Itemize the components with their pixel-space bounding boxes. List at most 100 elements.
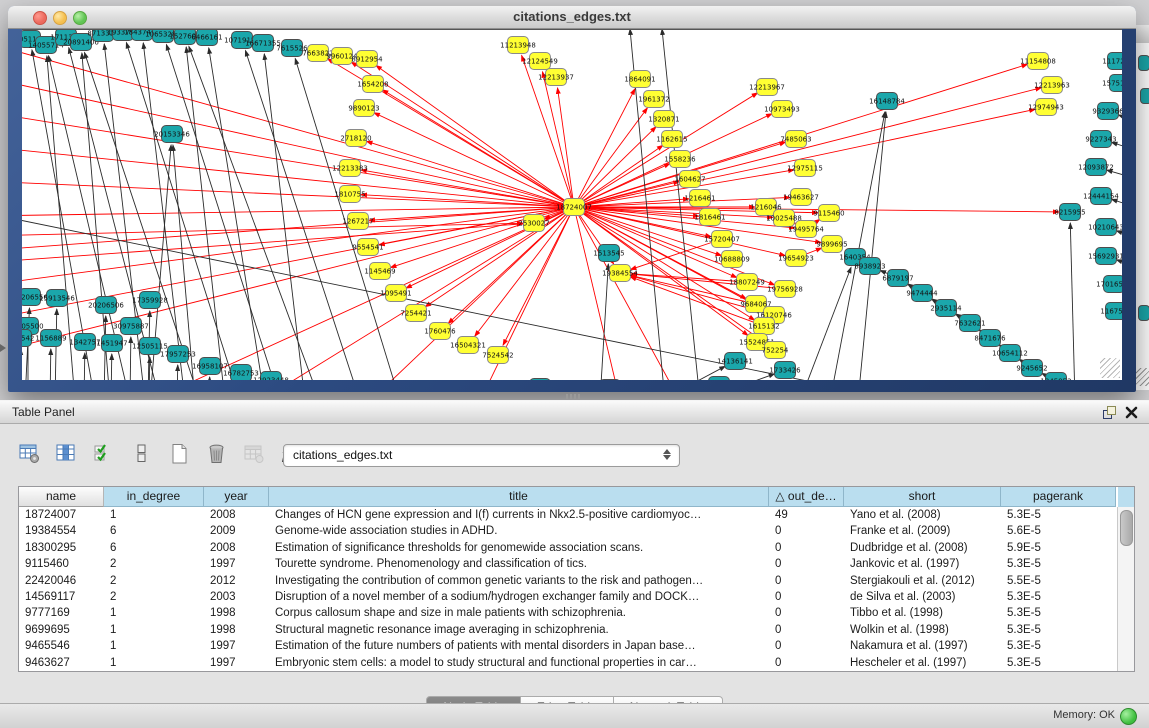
network-node[interactable]: 1451947 [96, 335, 127, 352]
network-node[interactable]: 30975887 [113, 318, 149, 335]
network-node[interactable]: 752454 [527, 379, 554, 381]
network-node[interactable]: 1513545 [593, 245, 624, 262]
network-node[interactable]: 8471676 [974, 330, 1006, 347]
network-node[interactable]: 752254 [762, 342, 789, 359]
network-node[interactable]: 12093872 [1078, 159, 1114, 176]
network-node[interactable]: 9329366 [1092, 103, 1122, 120]
network-node[interactable]: 1810755 [334, 186, 365, 203]
table-row[interactable]: 911546021997Tourette syndrome. Phenomeno… [19, 556, 1118, 572]
network-node[interactable]: 9554541 [352, 239, 383, 256]
network-node[interactable]: 161513 [597, 380, 624, 381]
network-node[interactable]: 1733426 [769, 362, 801, 379]
column-header-in_degree[interactable]: in_degree [104, 487, 204, 507]
network-node[interactable]: 15720407 [704, 231, 740, 248]
column-header-pagerank[interactable]: pagerank [1001, 487, 1116, 507]
network-node[interactable]: 1760476 [424, 323, 456, 340]
network-node[interactable]: 946362 [706, 377, 733, 381]
network-node[interactable]: 1167534 [1100, 303, 1122, 320]
network-node[interactable]: 1558236 [664, 151, 696, 168]
network-node[interactable]: 9227343 [1085, 131, 1116, 148]
network-node[interactable]: 12213383 [332, 160, 368, 177]
table-row[interactable]: 2242004622012Investigating the contribut… [19, 573, 1118, 589]
resize-grip[interactable] [1136, 368, 1149, 386]
column-header-short[interactable]: short [844, 487, 1001, 507]
column-header-out_degree[interactable]: △ out_de… [769, 487, 844, 507]
network-node[interactable]: 16504321 [450, 337, 486, 354]
network-node[interactable]: 11154808 [1020, 53, 1056, 70]
table-row[interactable]: 1872400712008Changes of HCN gene express… [19, 507, 1118, 523]
network-node[interactable]: 7254421 [400, 305, 431, 322]
network-node[interactable]: 10210643 [1088, 219, 1122, 236]
network-node[interactable]: 12444154 [1083, 188, 1119, 205]
network-node[interactable]: 1961372 [638, 91, 669, 108]
network-node[interactable]: 2935114 [930, 300, 962, 317]
network-node[interactable]: 2718120 [340, 130, 371, 147]
network-node[interactable]: 9890123 [348, 100, 379, 117]
network-node[interactable]: 1816461 [694, 209, 725, 226]
network-node[interactable]: 15751074 [1102, 75, 1122, 92]
column-header-name[interactable]: name [19, 487, 104, 507]
network-node[interactable]: 1117254 [1102, 53, 1122, 70]
table-selector-dropdown[interactable]: citations_edges.txt [283, 444, 680, 467]
network-node[interactable]: 19654923 [778, 250, 814, 267]
network-node[interactable]: 1145469 [364, 263, 395, 280]
network-node[interactable]: 12213967 [749, 79, 785, 96]
delete-trash-icon[interactable] [205, 442, 229, 466]
hidden-panel-arrow[interactable] [0, 344, 6, 352]
row-height-icon[interactable] [130, 442, 154, 466]
network-node[interactable]: 1864091 [624, 71, 655, 88]
network-window-titlebar[interactable]: citations_edges.txt [8, 6, 1136, 29]
network-node[interactable]: 14136141 [717, 353, 753, 370]
network-node[interactable]: 9115460 [813, 205, 844, 222]
network-node[interactable]: 15692931 [1088, 248, 1122, 265]
column-header-title[interactable]: title [269, 487, 769, 507]
network-node[interactable]: 9899695 [816, 236, 847, 253]
network-canvas[interactable]: 2051100140557141711350208914068713310193… [22, 29, 1122, 380]
table-row[interactable]: 969969511998Structural magnetic resonanc… [19, 622, 1118, 638]
network-node[interactable]: 1654208 [357, 76, 388, 93]
column-header-year[interactable]: year [204, 487, 269, 507]
table-row[interactable]: 1456911722003Disruption of a novel membe… [19, 589, 1118, 605]
network-node[interactable]: 12124549 [522, 53, 558, 70]
network-node[interactable]: 7524542 [482, 347, 513, 364]
network-node[interactable]: 1156889 [35, 330, 66, 347]
vertical-scrollbar[interactable] [1117, 507, 1134, 671]
network-node[interactable]: 1216461 [684, 190, 715, 207]
network-node[interactable]: 18807249 [729, 274, 765, 291]
network-node[interactable]: 7485063 [780, 131, 811, 148]
splitter-handle[interactable] [566, 394, 582, 399]
table-row[interactable]: 977716911998Corpus callosum shape and si… [19, 605, 1118, 621]
new-document-icon[interactable] [168, 442, 192, 466]
close-panel-icon[interactable] [1124, 405, 1139, 420]
network-graph[interactable]: 2051100140557141711350208914068713310193… [22, 30, 1122, 380]
network-node[interactable]: 12975115 [787, 160, 823, 177]
network-node[interactable]: 8215955 [1054, 204, 1085, 221]
network-node[interactable]: 17016504 [1096, 276, 1122, 293]
show-columns-icon[interactable] [55, 442, 79, 466]
float-panel-icon[interactable] [1102, 405, 1117, 420]
network-node[interactable]: 12974943 [1028, 99, 1064, 116]
select-mode-icon[interactable] [93, 442, 117, 466]
table-row[interactable]: 1938455462009Genome-wide association stu… [19, 523, 1118, 539]
network-node[interactable]: 19756928 [767, 281, 803, 298]
table-row[interactable]: 946362711997Embryonic stem cells: a mode… [19, 655, 1118, 671]
network-node[interactable]: 12213963 [1034, 77, 1070, 94]
network-node[interactable]: 1162615 [656, 131, 687, 148]
network-node[interactable]: 19463627 [783, 189, 819, 206]
network-node[interactable]: 16148784 [869, 93, 905, 110]
table-row[interactable]: 1830029562008Estimation of significance … [19, 540, 1118, 556]
delete-table-icon[interactable] [243, 442, 267, 466]
table-settings-icon[interactable] [18, 442, 42, 466]
network-node[interactable]: 9474444 [906, 285, 938, 302]
network-node[interactable]: 12213937 [538, 69, 574, 86]
network-node[interactable]: 7632621 [954, 315, 985, 332]
network-node[interactable]: 1320871 [648, 111, 679, 128]
network-node[interactable]: 1245952 [1040, 373, 1071, 381]
network-node[interactable]: 10688809 [714, 251, 750, 268]
scrollbar-thumb[interactable] [1120, 510, 1133, 546]
table-row[interactable]: 946554611997Estimation of the future num… [19, 638, 1118, 654]
network-node[interactable]: 10654112 [992, 345, 1028, 362]
network-node[interactable]: 6466161 [191, 30, 222, 46]
network-node[interactable]: 11213948 [500, 37, 536, 54]
network-node[interactable]: 6879197 [882, 270, 913, 287]
